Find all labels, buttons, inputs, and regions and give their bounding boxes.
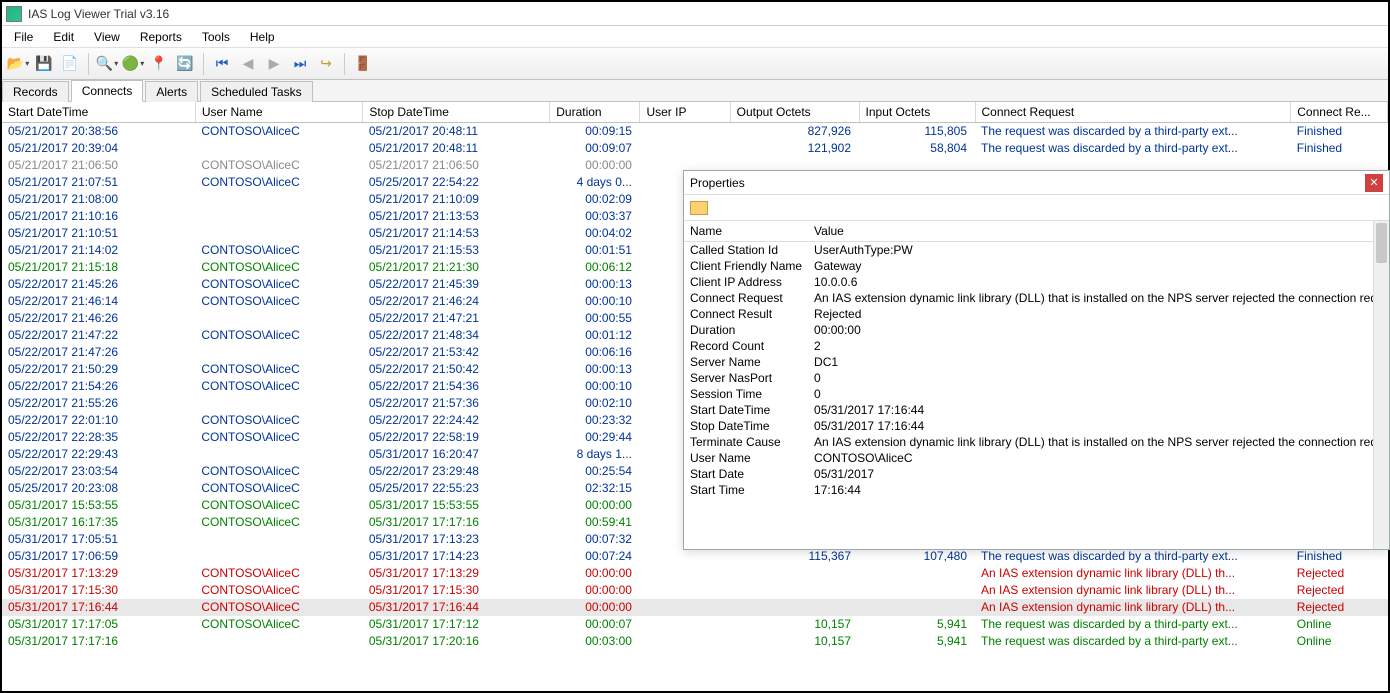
exit-button[interactable]: 🚪: [351, 52, 375, 76]
property-row[interactable]: Stop DateTime05/31/2017 17:16:44: [684, 418, 1389, 434]
table-row[interactable]: 05/31/2017 17:13:29CONTOSO\AliceC05/31/2…: [2, 565, 1388, 582]
menu-help[interactable]: Help: [242, 28, 283, 46]
col-header[interactable]: Duration: [550, 102, 640, 123]
properties-titlebar[interactable]: Properties ✕: [684, 171, 1389, 195]
category-icon[interactable]: [690, 201, 708, 215]
col-header[interactable]: User Name: [195, 102, 363, 123]
window-title: IAS Log Viewer Trial v3.16: [28, 7, 169, 21]
property-row[interactable]: Connect RequestAn IAS extension dynamic …: [684, 290, 1389, 306]
nav-prev-button[interactable]: ◀: [236, 52, 260, 76]
redo-button[interactable]: ↪: [314, 52, 338, 76]
close-icon[interactable]: ✕: [1365, 174, 1383, 192]
property-row[interactable]: Server NasPort0: [684, 370, 1389, 386]
table-row[interactable]: 05/21/2017 20:38:56CONTOSO\AliceC05/21/2…: [2, 123, 1388, 140]
property-row[interactable]: Connect ResultRejected: [684, 306, 1389, 322]
property-row[interactable]: Terminate CauseAn IAS extension dynamic …: [684, 434, 1389, 450]
property-row[interactable]: Client Friendly NameGateway: [684, 258, 1389, 274]
col-header[interactable]: Connect Re...: [1291, 102, 1388, 123]
property-row[interactable]: Start Date05/31/2017: [684, 466, 1389, 482]
menu-edit[interactable]: Edit: [45, 28, 82, 46]
nav-last-button[interactable]: ⏭: [288, 52, 312, 76]
menubar: FileEditViewReportsToolsHelp: [2, 26, 1388, 48]
menu-tools[interactable]: Tools: [194, 28, 238, 46]
property-row[interactable]: Start DateTime05/31/2017 17:16:44: [684, 402, 1389, 418]
save-button[interactable]: 💾: [32, 52, 56, 76]
pin-button[interactable]: 📍: [147, 52, 171, 76]
search-button[interactable]: 🔍: [95, 52, 119, 76]
props-col-name[interactable]: Name: [684, 221, 808, 242]
properties-panel[interactable]: Properties ✕ Name Value Called Station I…: [683, 170, 1390, 550]
properties-body: Name Value Called Station IdUserAuthType…: [684, 221, 1389, 549]
property-row[interactable]: Called Station IdUserAuthType:PW: [684, 242, 1389, 259]
scrollbar-vertical[interactable]: [1373, 221, 1389, 549]
menu-reports[interactable]: Reports: [132, 28, 190, 46]
table-row[interactable]: 05/31/2017 17:06:5905/31/2017 17:14:2300…: [2, 548, 1388, 565]
menu-view[interactable]: View: [86, 28, 128, 46]
property-row[interactable]: Record Count2: [684, 338, 1389, 354]
properties-toolbar: [684, 195, 1389, 221]
table-row[interactable]: 05/21/2017 20:39:0405/21/2017 20:48:1100…: [2, 140, 1388, 157]
col-header[interactable]: Connect Request: [975, 102, 1291, 123]
toolbar: 📂 💾 📄 🔍 🟢 📍 🔄 ⏮ ◀ ▶ ⏭ ↪ 🚪: [2, 48, 1388, 80]
property-row[interactable]: Client IP Address10.0.0.6: [684, 274, 1389, 290]
tab-connects[interactable]: Connects: [71, 80, 144, 102]
tab-scheduled-tasks[interactable]: Scheduled Tasks: [200, 81, 313, 102]
scrollbar-thumb[interactable]: [1376, 223, 1387, 263]
col-header[interactable]: Start DateTime: [2, 102, 195, 123]
table-row[interactable]: 05/31/2017 17:15:30CONTOSO\AliceC05/31/2…: [2, 582, 1388, 599]
col-header[interactable]: User IP: [640, 102, 730, 123]
menu-file[interactable]: File: [6, 28, 41, 46]
property-row[interactable]: User NameCONTOSO\AliceC: [684, 450, 1389, 466]
col-header[interactable]: Stop DateTime: [363, 102, 550, 123]
table-row[interactable]: 05/31/2017 17:16:44CONTOSO\AliceC05/31/2…: [2, 599, 1388, 616]
nav-next-button[interactable]: ▶: [262, 52, 286, 76]
col-header[interactable]: Input Octets: [859, 102, 975, 123]
tab-records[interactable]: Records: [2, 81, 69, 102]
table-row[interactable]: 05/31/2017 17:17:1605/31/2017 17:20:1600…: [2, 633, 1388, 650]
refresh-button[interactable]: 🔄: [173, 52, 197, 76]
filter-button[interactable]: 🟢: [121, 52, 145, 76]
nav-first-button[interactable]: ⏮: [210, 52, 234, 76]
property-row[interactable]: Start Time17:16:44: [684, 482, 1389, 498]
properties-title: Properties: [690, 176, 745, 190]
app-icon: [6, 6, 22, 22]
props-col-value[interactable]: Value: [808, 221, 1389, 242]
table-row[interactable]: 05/31/2017 17:17:05CONTOSO\AliceC05/31/2…: [2, 616, 1388, 633]
property-row[interactable]: Duration00:00:00: [684, 322, 1389, 338]
properties-table: Name Value Called Station IdUserAuthType…: [684, 221, 1389, 498]
property-row[interactable]: Server NameDC1: [684, 354, 1389, 370]
col-header[interactable]: Output Octets: [730, 102, 859, 123]
open-button[interactable]: 📂: [6, 52, 30, 76]
titlebar: IAS Log Viewer Trial v3.16: [2, 2, 1388, 26]
list-button[interactable]: 📄: [58, 52, 82, 76]
tab-bar: RecordsConnectsAlertsScheduled Tasks: [2, 80, 1388, 102]
property-row[interactable]: Session Time0: [684, 386, 1389, 402]
tab-alerts[interactable]: Alerts: [145, 81, 198, 102]
